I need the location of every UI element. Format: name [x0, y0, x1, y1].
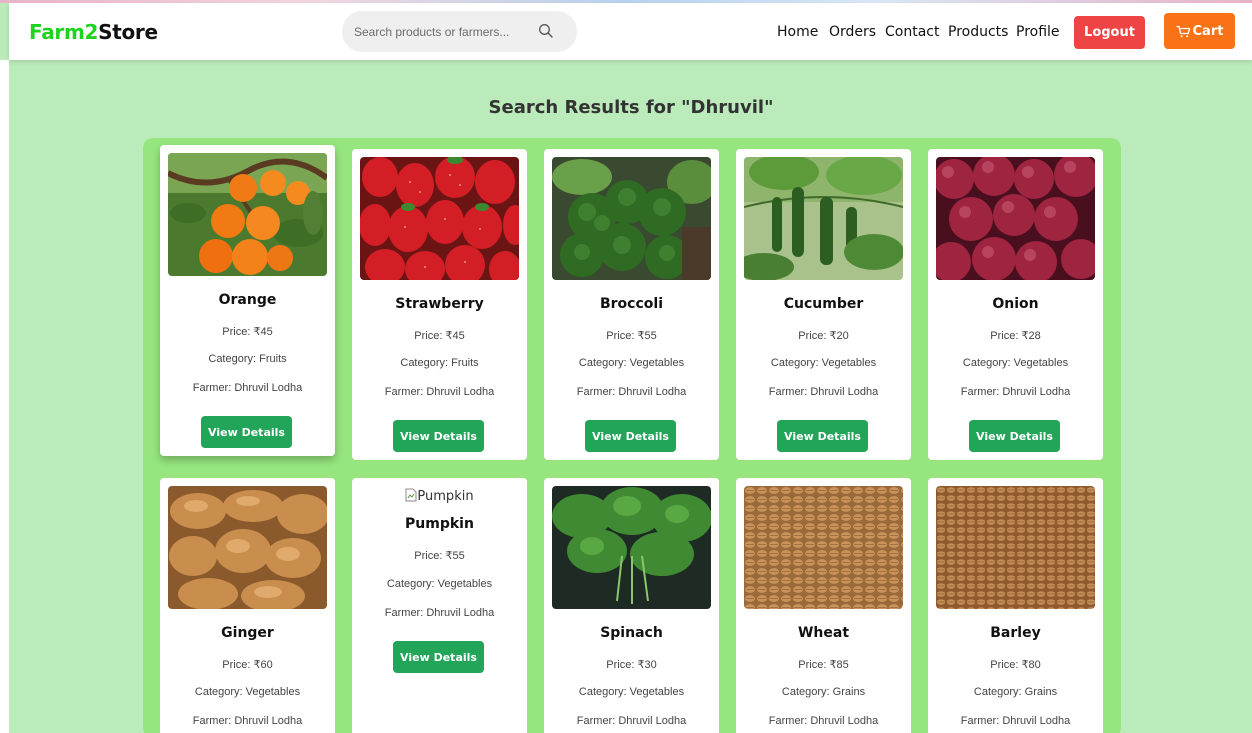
product-farmer: Farmer: Dhruvil Lodha [576, 386, 687, 398]
product-image-barley [936, 486, 1095, 609]
product-category: Category: Vegetables [386, 578, 493, 590]
product-card[interactable]: Cucumber Price: ₹20 Category: Vegetables… [736, 149, 911, 460]
product-name: Broccoli [599, 296, 663, 312]
product-card[interactable]: Barley Price: ₹80 Category: Grains Farme… [928, 478, 1103, 733]
product-category: Category: Grains [781, 686, 866, 698]
product-farmer: Farmer: Dhruvil Lodha [576, 715, 687, 727]
product-category: Category: Fruits [400, 357, 479, 369]
product-card[interactable]: Orange Price: ₹45 Category: Fruits Farme… [160, 145, 335, 456]
product-name: Ginger [221, 625, 274, 641]
navbar: Farm2Store Home Orders Contact Products … [9, 3, 1252, 60]
product-farmer: Farmer: Dhruvil Lodha [768, 386, 879, 398]
product-card[interactable]: Wheat Price: ₹85 Category: Grains Farmer… [736, 478, 911, 733]
product-name: Onion [992, 296, 1039, 312]
product-farmer: Farmer: Dhruvil Lodha [960, 715, 1071, 727]
nav-products[interactable]: Products [948, 24, 1008, 40]
product-category: Category: Grains [973, 686, 1058, 698]
product-name: Strawberry [395, 296, 484, 312]
product-card[interactable]: Ginger Price: ₹60 Category: Vegetables F… [160, 478, 335, 733]
nav-home[interactable]: Home [777, 24, 818, 40]
search-icon[interactable] [538, 23, 554, 39]
product-price: Price: ₹55 [606, 330, 657, 342]
nav-orders[interactable]: Orders [829, 24, 876, 40]
product-farmer: Farmer: Dhruvil Lodha [192, 715, 303, 727]
product-name: Orange [218, 292, 277, 308]
cart-icon [1175, 25, 1190, 37]
view-details-button[interactable]: View Details [585, 420, 676, 452]
product-price: Price: ₹60 [222, 659, 273, 671]
product-category: Category: Fruits [208, 353, 287, 365]
nav-profile[interactable]: Profile [1016, 24, 1060, 40]
nav-contact[interactable]: Contact [885, 24, 939, 40]
view-details-button[interactable]: View Details [969, 420, 1060, 452]
product-card[interactable]: Pumpkin Pumpkin Price: ₹55 Category: Veg… [352, 478, 527, 733]
product-category: Category: Vegetables [962, 357, 1069, 369]
cart-label: Cart [1192, 23, 1224, 39]
product-category: Category: Vegetables [770, 357, 877, 369]
page-title: Search Results for "Dhruvil" [488, 97, 774, 118]
view-details-button[interactable]: View Details [393, 641, 484, 673]
product-image-onion [936, 157, 1095, 280]
product-category: Category: Vegetables [578, 357, 685, 369]
cart-button[interactable]: Cart [1164, 13, 1235, 49]
brand-logo[interactable]: Farm2Store [29, 20, 158, 44]
product-name: Barley [990, 625, 1041, 641]
logout-button[interactable]: Logout [1074, 16, 1145, 49]
product-name: Cucumber [783, 296, 864, 312]
product-farmer: Farmer: Dhruvil Lodha [192, 382, 303, 394]
view-details-button[interactable]: View Details [201, 416, 292, 448]
search-input[interactable] [354, 22, 534, 42]
product-price: Price: ₹55 [414, 550, 465, 562]
left-edge [0, 60, 9, 733]
product-name: Wheat [797, 625, 850, 641]
product-image-wheat [744, 486, 903, 609]
product-category: Category: Vegetables [578, 686, 685, 698]
product-name: Spinach [600, 625, 663, 641]
product-card[interactable]: Spinach Price: ₹30 Category: Vegetables … [544, 478, 719, 733]
brand-part1: Farm2 [29, 20, 99, 44]
product-image-cucumber [744, 157, 903, 280]
product-price: Price: ₹45 [414, 330, 465, 342]
product-farmer: Farmer: Dhruvil Lodha [384, 607, 495, 619]
product-farmer: Farmer: Dhruvil Lodha [384, 386, 495, 398]
product-name: Pumpkin [405, 516, 474, 532]
product-image-strawberry [360, 157, 519, 280]
broken-image: Pumpkin [352, 488, 527, 504]
product-price: Price: ₹80 [990, 659, 1041, 671]
view-details-button[interactable]: View Details [393, 420, 484, 452]
search-box [342, 11, 577, 52]
product-card[interactable]: Strawberry Price: ₹45 Category: Fruits F… [352, 149, 527, 460]
brand-part2: Store [98, 20, 158, 44]
product-image-ginger [168, 486, 327, 609]
broken-image-alt: Pumpkin [417, 489, 474, 504]
product-image-broccoli [552, 157, 711, 280]
broken-image-icon [405, 488, 417, 502]
product-image-orange [168, 153, 327, 276]
product-card[interactable]: Broccoli Price: ₹55 Category: Vegetables… [544, 149, 719, 460]
product-card[interactable]: Onion Price: ₹28 Category: Vegetables Fa… [928, 149, 1103, 460]
product-farmer: Farmer: Dhruvil Lodha [960, 386, 1071, 398]
product-price: Price: ₹85 [798, 659, 849, 671]
view-details-button[interactable]: View Details [777, 420, 868, 452]
product-farmer: Farmer: Dhruvil Lodha [768, 715, 879, 727]
product-price: Price: ₹28 [990, 330, 1041, 342]
product-image-spinach [552, 486, 711, 609]
product-category: Category: Vegetables [194, 686, 301, 698]
results-grid: Orange Price: ₹45 Category: Fruits Farme… [143, 138, 1121, 733]
product-price: Price: ₹30 [606, 659, 657, 671]
product-price: Price: ₹20 [798, 330, 849, 342]
product-price: Price: ₹45 [222, 326, 273, 338]
